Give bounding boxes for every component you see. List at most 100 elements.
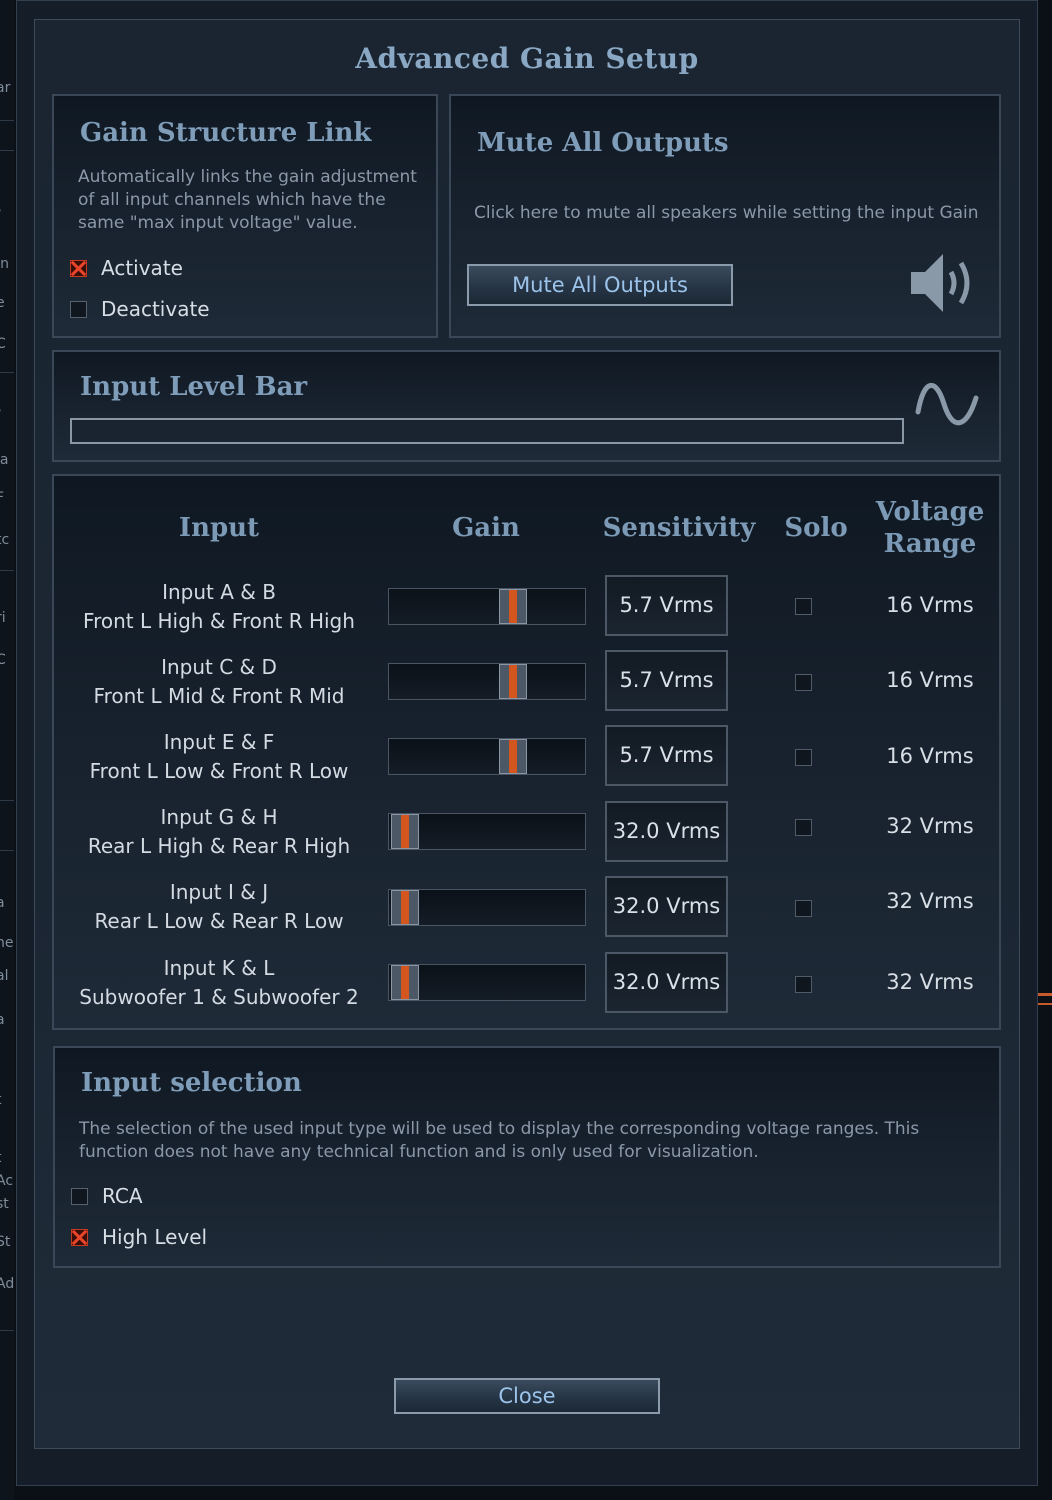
- background-text: ar: [0, 80, 11, 96]
- rca-option[interactable]: RCA: [71, 1184, 143, 1208]
- channel-label: Input K & L Subwoofer 1 & Subwoofer 2: [54, 954, 384, 1012]
- header-voltage-line: Voltage: [875, 497, 985, 527]
- gain-slider-thumb[interactable]: [499, 664, 528, 699]
- gain-slider[interactable]: [388, 813, 586, 850]
- dialog-body: Advanced Gain Setup Gain Structure Link …: [34, 19, 1020, 1449]
- gain-slider[interactable]: [388, 663, 586, 700]
- rca-label: RCA: [102, 1184, 143, 1208]
- header-solo: Solo: [784, 513, 848, 543]
- channel-description: Subwoofer 1 & Subwoofer 2: [79, 985, 359, 1009]
- mute-title: Mute All Outputs: [477, 128, 729, 158]
- background-text: a: [0, 1012, 5, 1028]
- solo-checkbox[interactable]: [795, 674, 812, 691]
- gain-slider[interactable]: [388, 889, 586, 926]
- gain-slider-thumb[interactable]: [391, 890, 419, 925]
- channel-label: Input C & D Front L Mid & Front R Mid: [54, 653, 384, 711]
- gain-slider[interactable]: [388, 588, 586, 625]
- high-level-checkbox[interactable]: [71, 1228, 88, 1246]
- close-button[interactable]: Close: [394, 1378, 660, 1414]
- header-voltage-line: Range: [883, 529, 977, 559]
- voltage-range-value: 16 Vrms: [886, 593, 974, 617]
- voltage-range-value: 32 Vrms: [886, 889, 974, 913]
- background-text: C: [0, 652, 6, 668]
- background-text: /: [0, 208, 1, 224]
- voltage-range-value: 32 Vrms: [886, 970, 974, 994]
- background-text: ne: [0, 935, 14, 951]
- gain-slider-thumb[interactable]: [391, 814, 419, 849]
- channel-name: Input A & B: [162, 580, 276, 604]
- advanced-gain-setup-dialog: Advanced Gain Setup Gain Structure Link …: [16, 0, 1038, 1486]
- solo-checkbox[interactable]: [795, 976, 812, 993]
- deactivate-option[interactable]: Deactivate: [70, 297, 210, 321]
- rca-checkbox[interactable]: [71, 1187, 88, 1205]
- sensitivity-field[interactable]: 5.7 Vrms: [605, 650, 728, 711]
- deactivate-label: Deactivate: [101, 297, 210, 321]
- background-text: t: [0, 1150, 2, 1166]
- solo-checkbox[interactable]: [795, 900, 812, 917]
- high-level-option[interactable]: High Level: [71, 1225, 207, 1249]
- background-text: ri: [0, 610, 6, 626]
- activate-label: Activate: [101, 256, 183, 280]
- sensitivity-field[interactable]: 32.0 Vrms: [605, 876, 728, 937]
- input-selection-panel: Input selection The selection of the use…: [53, 1046, 1001, 1268]
- channel-label: Input E & F Front L Low & Front R Low: [54, 728, 384, 786]
- sensitivity-field[interactable]: 32.0 Vrms: [605, 952, 728, 1013]
- voltage-range-value: 16 Vrms: [886, 668, 974, 692]
- background-text: tc: [0, 532, 10, 548]
- channel-name: Input I & J: [169, 880, 269, 904]
- level-bar-title: Input Level Bar: [80, 372, 308, 402]
- background-text: t: [0, 1092, 2, 1108]
- speaker-icon[interactable]: [907, 248, 987, 318]
- gain-slider[interactable]: [388, 738, 586, 775]
- sine-wave-icon: [915, 382, 979, 426]
- background-text: a: [0, 895, 5, 911]
- solo-checkbox[interactable]: [795, 598, 812, 615]
- background-text: Ac: [0, 1173, 14, 1189]
- channel-name: Input G & H: [160, 805, 278, 829]
- channel-label: Input G & H Rear L High & Rear R High: [54, 803, 384, 861]
- channel-description: Front L Mid & Front R Mid: [93, 684, 345, 708]
- header-input: Input: [178, 513, 260, 543]
- channel-label: Input I & J Rear L Low & Rear R Low: [54, 878, 384, 936]
- channel-name: Input E & F: [163, 730, 275, 754]
- description-line: The selection of the used input type wil…: [79, 1119, 920, 1139]
- channel-label: Input A & B Front L High & Front R High: [54, 578, 384, 636]
- background-marker: [1038, 1003, 1052, 1005]
- voltage-range-value: 32 Vrms: [886, 814, 974, 838]
- description-line: same "max input voltage" value.: [78, 213, 358, 233]
- mute-all-outputs-button[interactable]: Mute All Outputs: [467, 264, 733, 306]
- channel-name: Input C & D: [161, 655, 277, 679]
- header-gain: Gain: [452, 513, 520, 543]
- background-text: al: [0, 968, 9, 984]
- sensitivity-field[interactable]: 5.7 Vrms: [605, 725, 728, 786]
- description-line: Automatically links the gain adjustment: [78, 167, 417, 187]
- channel-description: Rear L Low & Rear R Low: [94, 909, 344, 933]
- activate-option[interactable]: Activate: [70, 256, 183, 280]
- high-level-label: High Level: [102, 1225, 208, 1249]
- gain-slider-thumb[interactable]: [499, 739, 528, 774]
- mute-description: Click here to mute all speakers while se…: [474, 203, 979, 223]
- sensitivity-field[interactable]: 5.7 Vrms: [605, 575, 728, 636]
- background-text: Ad: [0, 1276, 14, 1292]
- background-text: ia: [0, 452, 9, 468]
- background-text: F: [0, 490, 5, 506]
- solo-checkbox[interactable]: [795, 749, 812, 766]
- header-sensitivity: Sensitivity: [602, 513, 756, 543]
- gain-slider-thumb[interactable]: [391, 965, 419, 1000]
- channel-name: Input K & L: [163, 956, 275, 980]
- sensitivity-field[interactable]: 32.0 Vrms: [605, 801, 728, 862]
- background-text: e: [0, 295, 5, 311]
- gain-link-title: Gain Structure Link: [80, 118, 372, 148]
- activate-checkbox[interactable]: [70, 259, 87, 277]
- input-selection-description: The selection of the used input type wil…: [79, 1118, 979, 1164]
- deactivate-checkbox[interactable]: [70, 300, 87, 318]
- background-text: st: [0, 1196, 9, 1212]
- background-marker: [1038, 993, 1052, 996]
- gain-slider-thumb[interactable]: [499, 589, 528, 624]
- input-level-bar-panel: Input Level Bar: [52, 350, 1001, 462]
- header-voltage-range: Voltage Range: [854, 496, 1006, 560]
- background-text: In: [0, 256, 10, 272]
- background-app-strip: ar / In e C / ia F tc ri C a ne al a t t…: [0, 0, 14, 1500]
- solo-checkbox[interactable]: [795, 819, 812, 836]
- gain-slider[interactable]: [388, 964, 586, 1001]
